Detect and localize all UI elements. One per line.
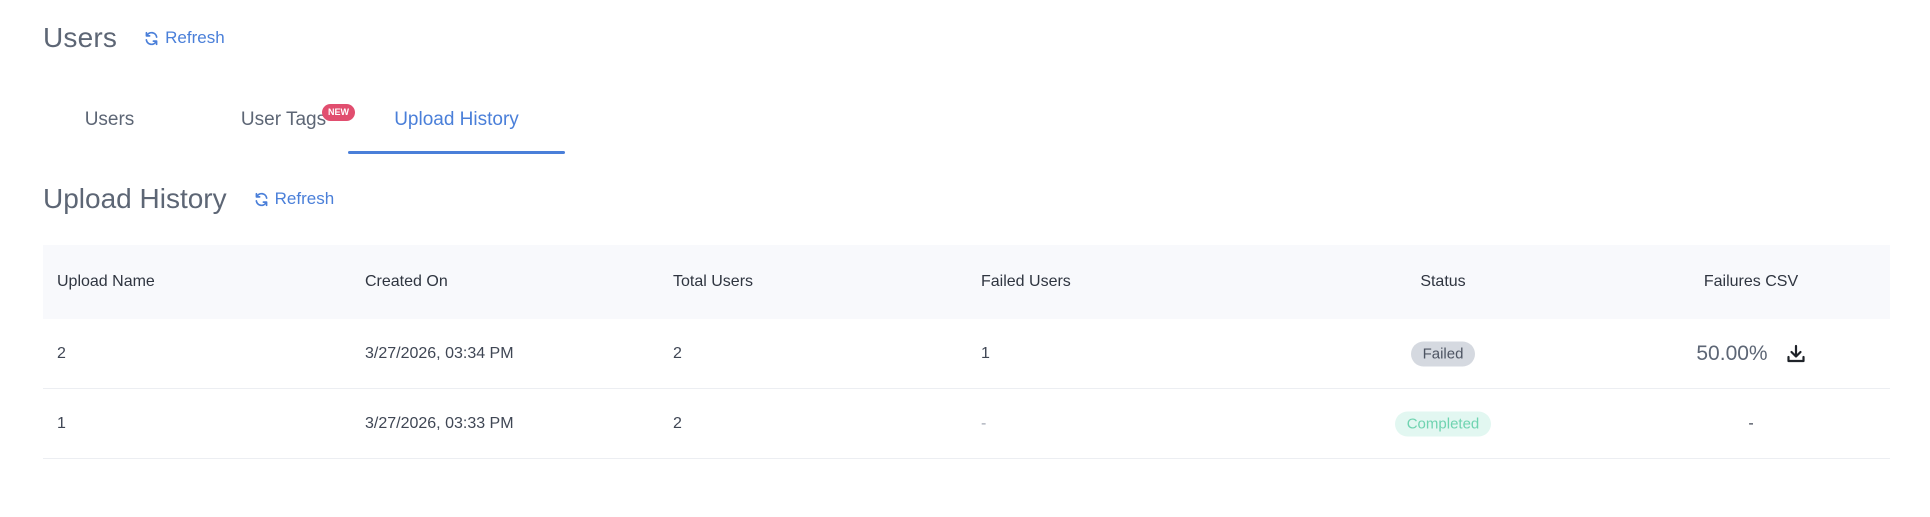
table-row: 1 3/27/2026, 03:33 PM 2 - Completed - xyxy=(43,389,1890,459)
section-refresh-button[interactable]: Refresh xyxy=(254,189,335,209)
column-header-status: Status xyxy=(1420,273,1466,290)
column-header-failures-csv: Failures CSV xyxy=(1703,273,1799,290)
refresh-icon xyxy=(145,31,158,45)
cell-failures-csv: 50.00% xyxy=(1597,342,1905,366)
page-header: Users Refresh xyxy=(43,22,225,54)
tab-users[interactable]: Users xyxy=(43,96,176,154)
download-icon xyxy=(1787,344,1805,362)
page-title: Users xyxy=(43,22,118,53)
download-failures-button[interactable] xyxy=(1786,344,1806,364)
refresh-button[interactable]: Refresh xyxy=(144,28,225,48)
cell-status: Failed xyxy=(1289,341,1597,366)
tab-label: Upload History xyxy=(394,109,519,130)
column-header-failed-users: Failed Users xyxy=(981,273,1071,290)
refresh-label: Refresh xyxy=(274,189,335,208)
new-badge: NEW xyxy=(322,104,355,121)
tab-upload-history[interactable]: Upload History xyxy=(348,96,565,154)
cell-created-on: 3/27/2026, 03:33 PM xyxy=(365,414,514,432)
cell-status: Completed xyxy=(1289,411,1597,436)
refresh-icon xyxy=(255,192,268,206)
cell-total-users: 2 xyxy=(673,414,682,432)
users-page: Users Refresh Users User Tags Upload His… xyxy=(0,0,1930,517)
cell-failures-csv: - xyxy=(1748,414,1754,432)
status-badge: Failed xyxy=(1410,341,1476,366)
refresh-label: Refresh xyxy=(165,28,225,47)
column-header-upload-name: Upload Name xyxy=(57,273,155,290)
cell-failed-users: - xyxy=(981,414,987,432)
column-header-total-users: Total Users xyxy=(673,273,754,290)
section-title: Upload History xyxy=(43,183,227,214)
failures-csv: 50.00% xyxy=(1696,342,1805,366)
cell-total-users: 2 xyxy=(673,344,682,362)
cell-upload-name: 2 xyxy=(57,344,66,362)
cell-upload-name: 1 xyxy=(57,414,66,432)
tab-label: User Tags xyxy=(240,109,327,130)
cell-failed-users: 1 xyxy=(981,344,990,362)
table-row: 2 3/27/2026, 03:34 PM 2 1 Failed 50.00% xyxy=(43,319,1890,389)
section-header: Upload History Refresh xyxy=(43,183,334,215)
cell-created-on: 3/27/2026, 03:34 PM xyxy=(365,344,514,362)
failure-percentage: 50.00% xyxy=(1696,341,1768,365)
status-badge: Completed xyxy=(1394,411,1492,436)
table-header: Upload Name Created On Total Users Faile… xyxy=(43,245,1890,319)
tab-label: Users xyxy=(84,109,135,130)
tab-bar: Users User Tags Upload History xyxy=(43,96,565,154)
column-header-created-on: Created On xyxy=(365,273,448,290)
upload-history-table: Upload Name Created On Total Users Faile… xyxy=(43,245,1890,459)
active-tab-indicator xyxy=(348,151,565,154)
